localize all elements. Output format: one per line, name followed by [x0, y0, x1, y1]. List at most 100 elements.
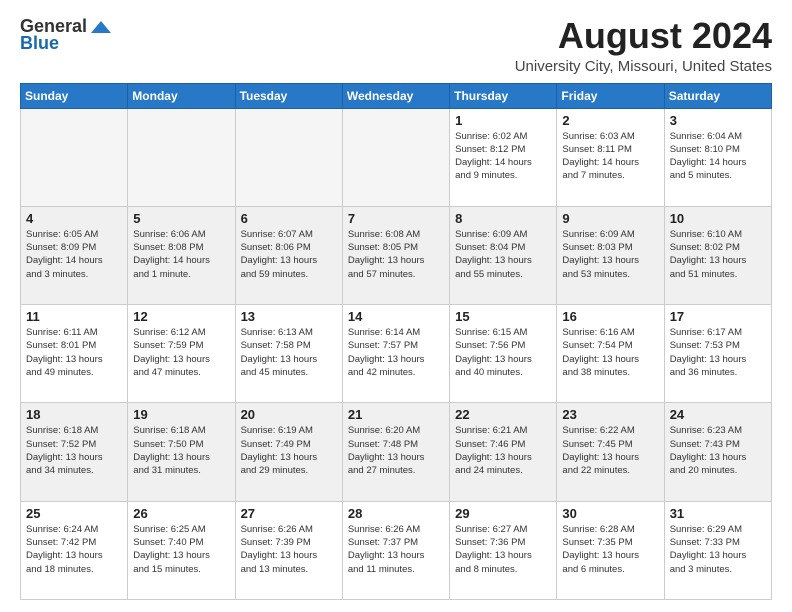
day-number: 27	[241, 506, 337, 521]
table-row: 4 Sunrise: 6:05 AM Sunset: 8:09 PM Daylig…	[21, 206, 128, 304]
day-info: Sunrise: 6:09 AM Sunset: 8:03 PM Dayligh…	[562, 228, 658, 281]
col-friday: Friday	[557, 83, 664, 108]
day-info: Sunrise: 6:10 AM Sunset: 8:02 PM Dayligh…	[670, 228, 766, 281]
day-number: 4	[26, 211, 122, 226]
logo: General Blue	[20, 16, 111, 54]
col-wednesday: Wednesday	[342, 83, 449, 108]
table-row: 12 Sunrise: 6:12 AM Sunset: 7:59 PM Dayli…	[128, 305, 235, 403]
day-number: 7	[348, 211, 444, 226]
table-row: 31 Sunrise: 6:29 AM Sunset: 7:33 PM Dayli…	[664, 501, 771, 599]
day-number: 28	[348, 506, 444, 521]
table-row: 30 Sunrise: 6:28 AM Sunset: 7:35 PM Dayli…	[557, 501, 664, 599]
day-info: Sunrise: 6:13 AM Sunset: 7:58 PM Dayligh…	[241, 326, 337, 379]
day-info: Sunrise: 6:03 AM Sunset: 8:11 PM Dayligh…	[562, 130, 658, 183]
table-row: 29 Sunrise: 6:27 AM Sunset: 7:36 PM Dayli…	[450, 501, 557, 599]
day-number: 6	[241, 211, 337, 226]
day-info: Sunrise: 6:27 AM Sunset: 7:36 PM Dayligh…	[455, 523, 551, 576]
table-row: 2 Sunrise: 6:03 AM Sunset: 8:11 PM Daylig…	[557, 108, 664, 206]
day-number: 21	[348, 407, 444, 422]
table-row: 5Sunrise: 6:06 AM Sunset: 8:08 PM Daylig…	[128, 206, 235, 304]
logo-icon	[91, 19, 111, 35]
day-info: Sunrise: 6:21 AM Sunset: 7:46 PM Dayligh…	[455, 424, 551, 477]
col-sunday: Sunday	[21, 83, 128, 108]
col-tuesday: Tuesday	[235, 83, 342, 108]
day-info: Sunrise: 6:12 AM Sunset: 7:59 PM Dayligh…	[133, 326, 229, 379]
day-info: Sunrise: 6:02 AM Sunset: 8:12 PM Dayligh…	[455, 130, 551, 183]
day-info: Sunrise: 6:20 AM Sunset: 7:48 PM Dayligh…	[348, 424, 444, 477]
table-row: 14 Sunrise: 6:14 AM Sunset: 7:57 PM Dayli…	[342, 305, 449, 403]
table-row	[235, 108, 342, 206]
day-info: Sunrise: 6:26 AM Sunset: 7:39 PM Dayligh…	[241, 523, 337, 576]
month-year-title: August 2024	[515, 16, 772, 56]
day-number: 25	[26, 506, 122, 521]
title-section: August 2024 University City, Missouri, U…	[515, 16, 772, 75]
day-info: Sunrise: 6:26 AM Sunset: 7:37 PM Dayligh…	[348, 523, 444, 576]
day-number: 12	[133, 309, 229, 324]
day-info: Sunrise: 6:06 AM Sunset: 8:08 PM Dayligh…	[133, 228, 229, 281]
table-row: 26Sunrise: 6:25 AM Sunset: 7:40 PM Dayli…	[128, 501, 235, 599]
day-info: Sunrise: 6:23 AM Sunset: 7:43 PM Dayligh…	[670, 424, 766, 477]
table-row: 24 Sunrise: 6:23 AM Sunset: 7:43 PM Dayli…	[664, 403, 771, 501]
calendar-week-row: 4 Sunrise: 6:05 AM Sunset: 8:09 PM Daylig…	[21, 206, 772, 304]
header: General Blue August 2024 University City…	[20, 16, 772, 75]
col-thursday: Thursday	[450, 83, 557, 108]
table-row: 17 Sunrise: 6:17 AM Sunset: 7:53 PM Dayli…	[664, 305, 771, 403]
day-info: Sunrise: 6:28 AM Sunset: 7:35 PM Dayligh…	[562, 523, 658, 576]
calendar-table: Sunday Monday Tuesday Wednesday Thursday…	[20, 83, 772, 600]
day-number: 20	[241, 407, 337, 422]
table-row: 1 Sunrise: 6:02 AM Sunset: 8:12 PM Daylig…	[450, 108, 557, 206]
col-monday: Monday	[128, 83, 235, 108]
table-row: 15Sunrise: 6:15 AM Sunset: 7:56 PM Dayli…	[450, 305, 557, 403]
day-number: 17	[670, 309, 766, 324]
day-number: 2	[562, 113, 658, 128]
calendar-week-row: 18Sunrise: 6:18 AM Sunset: 7:52 PM Dayli…	[21, 403, 772, 501]
day-info: Sunrise: 6:05 AM Sunset: 8:09 PM Dayligh…	[26, 228, 122, 281]
table-row: 10 Sunrise: 6:10 AM Sunset: 8:02 PM Dayli…	[664, 206, 771, 304]
day-info: Sunrise: 6:11 AM Sunset: 8:01 PM Dayligh…	[26, 326, 122, 379]
location-subtitle: University City, Missouri, United States	[515, 58, 772, 75]
day-info: Sunrise: 6:18 AM Sunset: 7:50 PM Dayligh…	[133, 424, 229, 477]
calendar-week-row: 25Sunrise: 6:24 AM Sunset: 7:42 PM Dayli…	[21, 501, 772, 599]
day-info: Sunrise: 6:19 AM Sunset: 7:49 PM Dayligh…	[241, 424, 337, 477]
table-row	[128, 108, 235, 206]
day-number: 9	[562, 211, 658, 226]
day-info: Sunrise: 6:14 AM Sunset: 7:57 PM Dayligh…	[348, 326, 444, 379]
day-number: 8	[455, 211, 551, 226]
day-info: Sunrise: 6:17 AM Sunset: 7:53 PM Dayligh…	[670, 326, 766, 379]
day-info: Sunrise: 6:08 AM Sunset: 8:05 PM Dayligh…	[348, 228, 444, 281]
day-info: Sunrise: 6:07 AM Sunset: 8:06 PM Dayligh…	[241, 228, 337, 281]
calendar-week-row: 1 Sunrise: 6:02 AM Sunset: 8:12 PM Daylig…	[21, 108, 772, 206]
col-saturday: Saturday	[664, 83, 771, 108]
day-info: Sunrise: 6:25 AM Sunset: 7:40 PM Dayligh…	[133, 523, 229, 576]
table-row: 16Sunrise: 6:16 AM Sunset: 7:54 PM Dayli…	[557, 305, 664, 403]
table-row: 23Sunrise: 6:22 AM Sunset: 7:45 PM Dayli…	[557, 403, 664, 501]
day-number: 29	[455, 506, 551, 521]
page: General Blue August 2024 University City…	[0, 0, 792, 612]
table-row: 9 Sunrise: 6:09 AM Sunset: 8:03 PM Daylig…	[557, 206, 664, 304]
day-info: Sunrise: 6:15 AM Sunset: 7:56 PM Dayligh…	[455, 326, 551, 379]
day-number: 14	[348, 309, 444, 324]
table-row: 22 Sunrise: 6:21 AM Sunset: 7:46 PM Dayli…	[450, 403, 557, 501]
table-row: 11Sunrise: 6:11 AM Sunset: 8:01 PM Dayli…	[21, 305, 128, 403]
table-row: 3Sunrise: 6:04 AM Sunset: 8:10 PM Daylig…	[664, 108, 771, 206]
day-info: Sunrise: 6:18 AM Sunset: 7:52 PM Dayligh…	[26, 424, 122, 477]
table-row: 28 Sunrise: 6:26 AM Sunset: 7:37 PM Dayli…	[342, 501, 449, 599]
day-number: 1	[455, 113, 551, 128]
table-row: 21 Sunrise: 6:20 AM Sunset: 7:48 PM Dayli…	[342, 403, 449, 501]
day-number: 24	[670, 407, 766, 422]
day-number: 3	[670, 113, 766, 128]
day-number: 19	[133, 407, 229, 422]
table-row	[342, 108, 449, 206]
table-row: 25Sunrise: 6:24 AM Sunset: 7:42 PM Dayli…	[21, 501, 128, 599]
day-number: 22	[455, 407, 551, 422]
table-row: 27 Sunrise: 6:26 AM Sunset: 7:39 PM Dayli…	[235, 501, 342, 599]
logo-blue: Blue	[20, 33, 59, 54]
day-info: Sunrise: 6:16 AM Sunset: 7:54 PM Dayligh…	[562, 326, 658, 379]
day-number: 13	[241, 309, 337, 324]
day-number: 10	[670, 211, 766, 226]
day-number: 30	[562, 506, 658, 521]
table-row: 19 Sunrise: 6:18 AM Sunset: 7:50 PM Dayli…	[128, 403, 235, 501]
day-number: 31	[670, 506, 766, 521]
day-info: Sunrise: 6:29 AM Sunset: 7:33 PM Dayligh…	[670, 523, 766, 576]
table-row	[21, 108, 128, 206]
